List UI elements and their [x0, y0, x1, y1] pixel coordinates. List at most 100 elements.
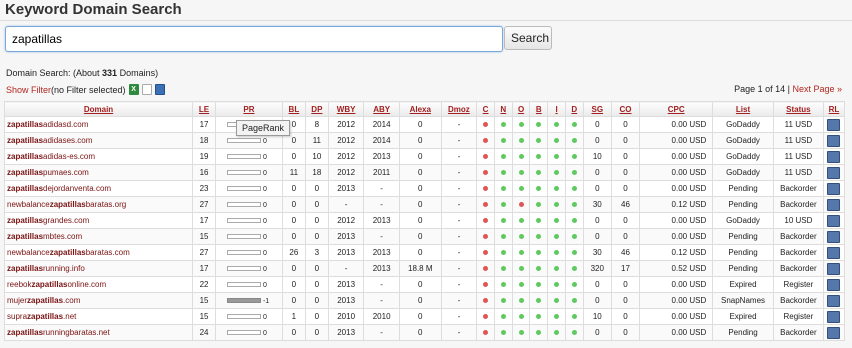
- column-header-o[interactable]: O: [511, 101, 531, 117]
- status-cell[interactable]: Register: [772, 308, 824, 325]
- pagerank-bar: [226, 186, 261, 192]
- column-header-le[interactable]: LE: [192, 101, 217, 117]
- tld-status-org-icon: [518, 330, 524, 335]
- tld-status-net-icon: [500, 314, 506, 319]
- reverse-lookup-icon[interactable]: [827, 230, 841, 243]
- pagerank-bar: [226, 202, 261, 208]
- pagerank-cell: 0: [215, 260, 283, 277]
- domain-keyword: zapatillas: [27, 296, 64, 305]
- status-cell[interactable]: Backorder: [772, 324, 824, 341]
- tld-status-com-icon: [483, 154, 489, 159]
- domain-cell[interactable]: reebokzapatillasonline.com: [3, 276, 194, 293]
- status-cell[interactable]: Backorder: [772, 292, 824, 309]
- status-cell[interactable]: Register: [772, 276, 824, 293]
- cpc-cell: 0.00 USD: [639, 276, 714, 293]
- tld-status-com-icon: [483, 202, 489, 207]
- reverse-lookup-cell: [822, 132, 846, 149]
- status-cell[interactable]: Backorder: [772, 244, 824, 261]
- document-icon[interactable]: [141, 84, 152, 95]
- pagerank-bar: [226, 330, 261, 336]
- list-cell: Pending: [712, 244, 774, 261]
- column-header-bl[interactable]: BL: [281, 101, 306, 117]
- column-header-co[interactable]: CO: [610, 101, 641, 117]
- reverse-lookup-icon[interactable]: [827, 326, 841, 339]
- column-header-b[interactable]: B: [529, 101, 549, 117]
- status-cell[interactable]: 11 USD: [772, 164, 824, 181]
- next-page-link[interactable]: Next Page »: [792, 84, 842, 94]
- domain-cell[interactable]: mujerzapatillas.com: [3, 292, 194, 309]
- column-header-domain[interactable]: Domain: [3, 101, 194, 117]
- dp-cell: 0: [304, 324, 329, 341]
- status-cell[interactable]: Backorder: [772, 260, 824, 277]
- column-header-sg[interactable]: SG: [582, 101, 612, 117]
- domain-cell[interactable]: zapatillasadidasd.com: [3, 116, 194, 133]
- reverse-lookup-icon[interactable]: [827, 214, 841, 227]
- reverse-lookup-icon[interactable]: [827, 134, 841, 147]
- column-header-rl[interactable]: RL: [822, 101, 846, 117]
- status-cell[interactable]: 11 USD: [772, 116, 824, 133]
- column-header-status[interactable]: Status: [772, 101, 824, 117]
- column-header-dmoz[interactable]: Dmoz: [440, 101, 478, 117]
- domain-cell[interactable]: zapatillasrunningbaratas.net: [3, 324, 194, 341]
- length-cell: 18: [192, 132, 217, 149]
- domain-cell[interactable]: zapatillasdejordanventa.com: [3, 180, 194, 197]
- tld-status-cell: [476, 308, 495, 325]
- tld-status-cell: [547, 164, 566, 181]
- reverse-lookup-icon[interactable]: [827, 198, 841, 211]
- domain-cell[interactable]: zapatillasadidas-es.com: [3, 148, 194, 165]
- domain-cell[interactable]: zapatillasrunning.info: [3, 260, 194, 277]
- search-input[interactable]: [5, 26, 503, 52]
- column-header-list[interactable]: List: [712, 101, 774, 117]
- column-header-dp[interactable]: DP: [304, 101, 329, 117]
- domain-cell[interactable]: zapatillasgrandes.com: [3, 212, 194, 229]
- reverse-lookup-icon[interactable]: [827, 278, 841, 291]
- tld-status-info-icon: [554, 122, 560, 127]
- cpc-cell: 0.00 USD: [639, 292, 714, 309]
- search-button[interactable]: Search: [504, 26, 552, 50]
- reverse-lookup-icon[interactable]: [827, 246, 841, 259]
- reverse-lookup-icon[interactable]: [827, 294, 841, 307]
- column-header-i[interactable]: I: [547, 101, 566, 117]
- domain-cell[interactable]: zapatillasadidases.com: [3, 132, 194, 149]
- tld-status-biz-icon: [536, 330, 542, 335]
- column-header-wby[interactable]: WBY: [327, 101, 365, 117]
- pagerank-value: 0: [262, 330, 267, 337]
- tld-status-cell: [511, 180, 531, 197]
- reverse-lookup-icon[interactable]: [827, 166, 841, 179]
- length-cell: 22: [192, 276, 217, 293]
- domain-cell[interactable]: suprazapatillas.net: [3, 308, 194, 325]
- length-cell: 17: [192, 116, 217, 133]
- excel-icon[interactable]: X: [128, 84, 139, 95]
- status-cell[interactable]: Backorder: [772, 180, 824, 197]
- column-header-aby[interactable]: ABY: [363, 101, 400, 117]
- list-cell: GoDaddy: [712, 116, 774, 133]
- reverse-lookup-icon[interactable]: [827, 310, 841, 323]
- reverse-lookup-icon[interactable]: [827, 262, 841, 275]
- status-cell[interactable]: 11 USD: [772, 132, 824, 149]
- search-volume-cell: 320: [582, 260, 612, 277]
- status-cell[interactable]: Backorder: [772, 228, 824, 245]
- domain-cell[interactable]: zapatillasmbtes.com: [3, 228, 194, 245]
- save-icon[interactable]: [154, 84, 165, 95]
- status-cell[interactable]: 10 USD: [772, 212, 824, 229]
- reverse-lookup-icon[interactable]: [827, 118, 841, 131]
- domain-cell[interactable]: newbalancezapatillasbaratas.com: [3, 244, 194, 261]
- show-filter-link[interactable]: Show Filter: [6, 85, 51, 95]
- reverse-lookup-icon[interactable]: [827, 182, 841, 195]
- list-cell: Pending: [712, 196, 774, 213]
- column-header-alexa[interactable]: Alexa: [398, 101, 442, 117]
- tld-status-de-icon: [571, 186, 577, 191]
- column-header-pr[interactable]: PR: [215, 101, 283, 117]
- column-header-cpc[interactable]: CPC: [639, 101, 714, 117]
- status-cell[interactable]: Backorder: [772, 196, 824, 213]
- dp-cell: 11: [304, 132, 329, 149]
- pagerank-value: -1: [262, 298, 270, 305]
- domain-cell[interactable]: newbalancezapatillasbaratas.org: [3, 196, 194, 213]
- status-cell[interactable]: 11 USD: [772, 148, 824, 165]
- column-header-c[interactable]: C: [476, 101, 495, 117]
- tld-status-com-icon: [483, 138, 489, 143]
- column-header-d[interactable]: D: [564, 101, 584, 117]
- domain-cell[interactable]: zapatillaspumaes.com: [3, 164, 194, 181]
- column-header-n[interactable]: N: [493, 101, 513, 117]
- reverse-lookup-icon[interactable]: [827, 150, 841, 163]
